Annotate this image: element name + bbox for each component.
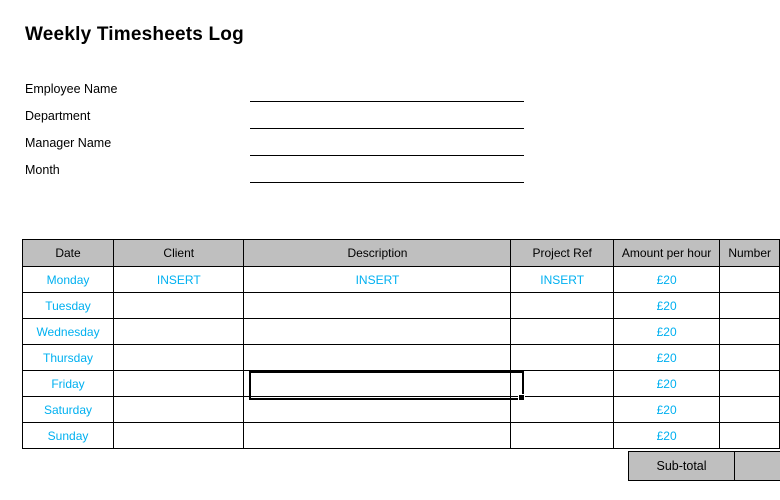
cell-project-ref-thursday[interactable]	[510, 344, 614, 371]
cell-number-sunday[interactable]	[719, 422, 780, 449]
cell-client-thursday[interactable]	[113, 344, 245, 371]
cell-date-thursday[interactable]: Thursday	[21, 344, 115, 371]
column-header-date[interactable]: Date	[21, 239, 115, 267]
department-input[interactable]	[250, 128, 524, 129]
employee-name-label: Employee Name	[25, 82, 118, 96]
cell-number-friday[interactable]	[719, 370, 780, 397]
table-row: Sunday £20	[21, 422, 780, 449]
cell-client-saturday[interactable]	[113, 396, 245, 423]
cell-number-thursday[interactable]	[719, 344, 780, 371]
form-row-employee-name: Employee Name	[0, 80, 780, 107]
cell-description-friday[interactable]	[243, 370, 512, 397]
cell-amount-tuesday[interactable]: £20	[612, 292, 721, 319]
cell-description-tuesday[interactable]	[243, 292, 512, 319]
cell-number-wednesday[interactable]	[719, 318, 780, 345]
cell-date-saturday[interactable]: Saturday	[21, 396, 115, 423]
column-header-project-ref[interactable]: Project Ref	[510, 239, 614, 267]
cell-number-saturday[interactable]	[719, 396, 780, 423]
subtotal-value[interactable]	[735, 451, 780, 481]
page-title: Weekly Timesheets Log	[25, 24, 244, 45]
table-row: Friday £20	[21, 370, 780, 397]
header-form: Employee Name Department Manager Name Mo…	[0, 80, 780, 188]
cell-description-sunday[interactable]	[243, 422, 512, 449]
cell-project-ref-sunday[interactable]	[510, 422, 614, 449]
column-header-amount-per-hour[interactable]: Amount per hour	[612, 239, 721, 267]
cell-date-wednesday[interactable]: Wednesday	[21, 318, 115, 345]
cell-description-saturday[interactable]	[243, 396, 512, 423]
cell-amount-thursday[interactable]: £20	[612, 344, 721, 371]
cell-client-monday[interactable]: INSERT	[113, 266, 245, 293]
cell-date-monday[interactable]: Monday	[21, 266, 115, 293]
cell-amount-wednesday[interactable]: £20	[612, 318, 721, 345]
cell-amount-sunday[interactable]: £20	[612, 422, 721, 449]
table-row: Monday INSERT INSERT INSERT £20	[21, 266, 780, 293]
cell-amount-monday[interactable]: £20	[612, 266, 721, 293]
department-label: Department	[25, 109, 91, 123]
cell-date-sunday[interactable]: Sunday	[21, 422, 115, 449]
cell-client-wednesday[interactable]	[113, 318, 245, 345]
cell-amount-friday[interactable]: £20	[612, 370, 721, 397]
cell-number-monday[interactable]	[719, 266, 780, 293]
cell-project-ref-friday[interactable]	[510, 370, 614, 397]
cell-project-ref-monday[interactable]: INSERT	[510, 266, 614, 293]
subtotal-label: Sub-total	[628, 451, 735, 481]
cell-client-sunday[interactable]	[113, 422, 245, 449]
cell-date-tuesday[interactable]: Tuesday	[21, 292, 115, 319]
employee-name-input[interactable]	[250, 101, 524, 102]
manager-name-input[interactable]	[250, 155, 524, 156]
subtotal-row: Sub-total	[628, 451, 780, 481]
form-row-department: Department	[0, 107, 780, 134]
cell-client-friday[interactable]	[113, 370, 245, 397]
cell-project-ref-tuesday[interactable]	[510, 292, 614, 319]
cell-description-wednesday[interactable]	[243, 318, 512, 345]
table-row: Tuesday £20	[21, 292, 780, 319]
column-header-number[interactable]: Number	[719, 239, 780, 267]
table-row: Saturday £20	[21, 396, 780, 423]
column-header-description[interactable]: Description	[243, 239, 512, 267]
timesheet-table: Date Client Description Project Ref Amou…	[21, 239, 780, 449]
table-header-row: Date Client Description Project Ref Amou…	[21, 239, 780, 267]
month-input[interactable]	[250, 182, 524, 183]
form-row-month: Month	[0, 161, 780, 188]
cell-date-friday[interactable]: Friday	[21, 370, 115, 397]
table-row: Wednesday £20	[21, 318, 780, 345]
form-row-manager-name: Manager Name	[0, 134, 780, 161]
manager-name-label: Manager Name	[25, 136, 112, 150]
cell-amount-saturday[interactable]: £20	[612, 396, 721, 423]
column-header-client[interactable]: Client	[113, 239, 245, 267]
cell-description-thursday[interactable]	[243, 344, 512, 371]
cell-description-monday[interactable]: INSERT	[243, 266, 512, 293]
month-label: Month	[25, 163, 60, 177]
cell-number-tuesday[interactable]	[719, 292, 780, 319]
table-row: Thursday £20	[21, 344, 780, 371]
cell-project-ref-saturday[interactable]	[510, 396, 614, 423]
cell-client-tuesday[interactable]	[113, 292, 245, 319]
cell-project-ref-wednesday[interactable]	[510, 318, 614, 345]
